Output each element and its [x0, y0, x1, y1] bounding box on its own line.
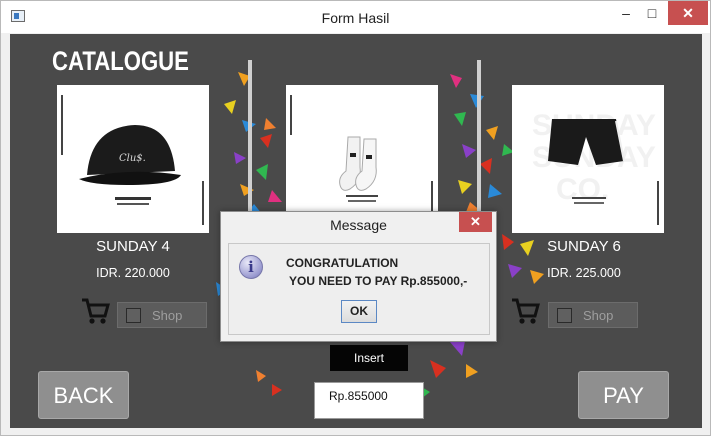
window-title: Form Hasil — [321, 10, 390, 26]
title-bar: Form Hasil – □ ✕ — [1, 1, 710, 33]
message-dialog: Message ✕ i CONGRATULATION YOU NEED TO P… — [220, 211, 497, 342]
info-icon: i — [239, 255, 263, 279]
shop-checkbox-3[interactable]: Shop — [548, 302, 638, 328]
cart-icon[interactable] — [80, 296, 110, 333]
pay-button[interactable]: PAY — [578, 371, 669, 419]
back-button[interactable]: BACK — [38, 371, 129, 419]
product-price-3: IDR. 225.000 — [547, 266, 621, 280]
minimize-button[interactable]: – — [615, 1, 637, 25]
total-field[interactable]: Rp.855000 — [314, 382, 424, 419]
dialog-body: i CONGRATULATION YOU NEED TO PAY Rp.8550… — [228, 243, 490, 335]
checkbox-square[interactable] — [557, 308, 572, 323]
ok-button[interactable]: OK — [341, 300, 377, 323]
cart-icon[interactable] — [510, 296, 540, 333]
svg-text:CO.: CO. — [556, 173, 609, 206]
dialog-message-line1: CONGRATULATION — [286, 256, 399, 270]
app-window: Form Hasil – □ ✕ CATALOGUE Clu$. SUNDAY … — [0, 0, 711, 436]
insert-button[interactable]: Insert — [330, 345, 408, 371]
black-shorts-image: SUNDAY SUNDAY CO. — [532, 109, 659, 225]
catalogue-heading: CATALOGUE — [52, 46, 189, 76]
dialog-close-button[interactable]: ✕ — [459, 212, 492, 232]
dialog-message-line2: YOU NEED TO PAY Rp.855000,- — [289, 274, 468, 288]
product-name-1: SUNDAY 4 — [96, 238, 170, 255]
shop-label: Shop — [583, 308, 614, 323]
shop-checkbox-1[interactable]: Shop — [117, 302, 207, 328]
shop-label: Shop — [152, 308, 183, 323]
product-price-1: IDR. 220.000 — [96, 266, 170, 280]
svg-text:Clu$.: Clu$. — [119, 153, 146, 164]
black-cap-image: Clu$. — [61, 95, 204, 225]
maximize-button[interactable]: □ — [641, 1, 663, 25]
product-image-1: Clu$. — [57, 85, 209, 233]
product-name-3: SUNDAY 6 — [547, 238, 621, 255]
product-image-3: SUNDAY SUNDAY CO. — [512, 85, 664, 233]
checkbox-square[interactable] — [126, 308, 141, 323]
close-button[interactable]: ✕ — [668, 1, 708, 25]
dialog-title: Message — [330, 217, 387, 233]
